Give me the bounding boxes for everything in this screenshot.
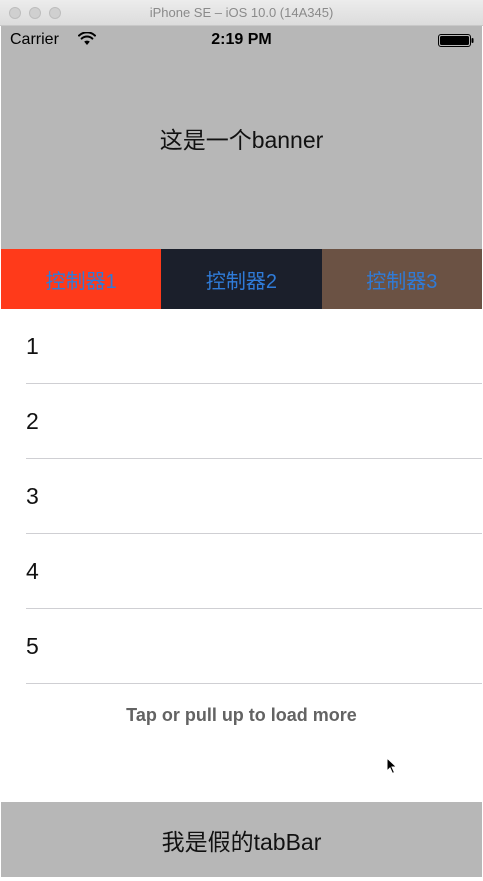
tab-label: 控制器2 [205,270,278,293]
row-label: 5 [26,633,39,659]
tab-label: 控制器3 [366,270,438,293]
row-separator [26,683,482,684]
row-label: 2 [26,408,39,434]
battery-icon [438,34,474,47]
device-screen: Carrier 2:19 PM 这是一个banner 控制器1 控制器2 控制器… [1,26,482,877]
row-label: 3 [26,483,39,509]
simulator-window: iPhone SE – iOS 10.0 (14A345) Carrier 2:… [0,0,483,881]
fake-tab-bar[interactable]: 我是假的tabBar [1,802,482,877]
banner-header: Carrier 2:19 PM 这是一个banner [1,26,482,249]
row-label: 1 [26,333,39,359]
table-view[interactable]: 1 2 3 4 5 [1,309,482,684]
window-titlebar[interactable]: iPhone SE – iOS 10.0 (14A345) [0,0,483,26]
tab-controller-2[interactable]: 控制器2 [161,249,322,309]
tab-controller-3[interactable]: 控制器3 [321,249,482,309]
tab-controller-1[interactable]: 控制器1 [1,249,162,309]
status-bar: Carrier 2:19 PM [1,26,482,54]
table-row[interactable]: 3 [1,459,482,534]
row-label: 4 [26,558,39,584]
segment-tabs: 控制器1 控制器2 控制器3 [1,249,482,309]
tab-label: 控制器1 [45,270,117,293]
banner-title: 这是一个banner [159,127,324,153]
window-title: iPhone SE – iOS 10.0 (14A345) [149,5,334,20]
tab-bar-label: 我是假的tabBar [161,828,322,855]
status-time: 2:19 PM [211,31,272,48]
table-row[interactable]: 5 [1,609,482,684]
table-row[interactable]: 4 [1,534,482,609]
load-more-footer[interactable]: Tap or pull up to load more [1,705,482,726]
mouse-pointer-icon [386,757,398,775]
table-row[interactable]: 2 [1,384,482,459]
table-row[interactable]: 1 [1,309,482,384]
